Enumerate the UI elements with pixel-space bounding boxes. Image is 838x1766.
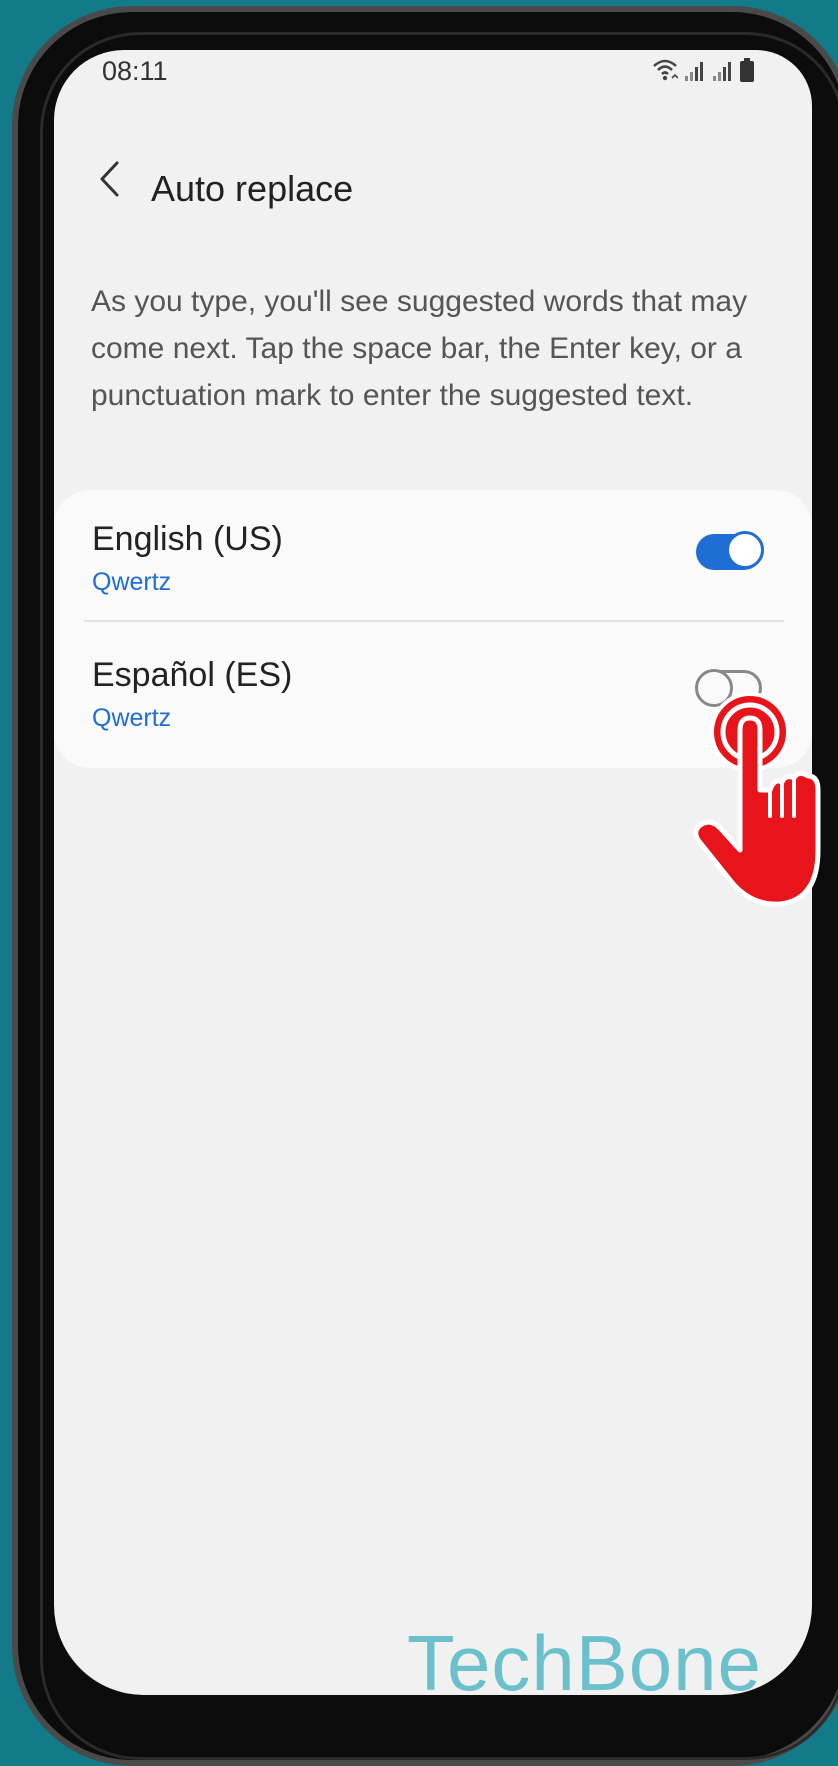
watermark-logo: TechBone <box>407 1619 762 1695</box>
language-name: English (US) <box>92 520 283 558</box>
status-time: 08:11 <box>102 56 168 86</box>
wifi-icon <box>653 59 678 81</box>
chevron-left-icon <box>100 161 119 197</box>
keyboard-layout: Qwertz <box>92 704 172 732</box>
page-title: Auto replace <box>151 168 354 209</box>
battery-icon <box>740 58 754 82</box>
language-name: Español (ES) <box>92 656 293 694</box>
toggle-knob <box>726 531 764 569</box>
back-button[interactable] <box>84 154 134 204</box>
auto-replace-toggle-english[interactable] <box>696 531 764 570</box>
signal-icon <box>685 62 703 81</box>
keyboard-layout: Qwertz <box>92 568 172 596</box>
list-item-english[interactable]: English (US) Qwertz <box>54 490 812 622</box>
divider <box>84 620 784 622</box>
status-bar: 08:11 <box>54 50 812 100</box>
signal-icon <box>713 62 731 81</box>
description-text: As you type, you'll see suggested words … <box>91 285 748 412</box>
tap-hand-icon <box>693 692 821 907</box>
status-icons <box>652 58 754 82</box>
header: Auto replace <box>54 140 812 210</box>
